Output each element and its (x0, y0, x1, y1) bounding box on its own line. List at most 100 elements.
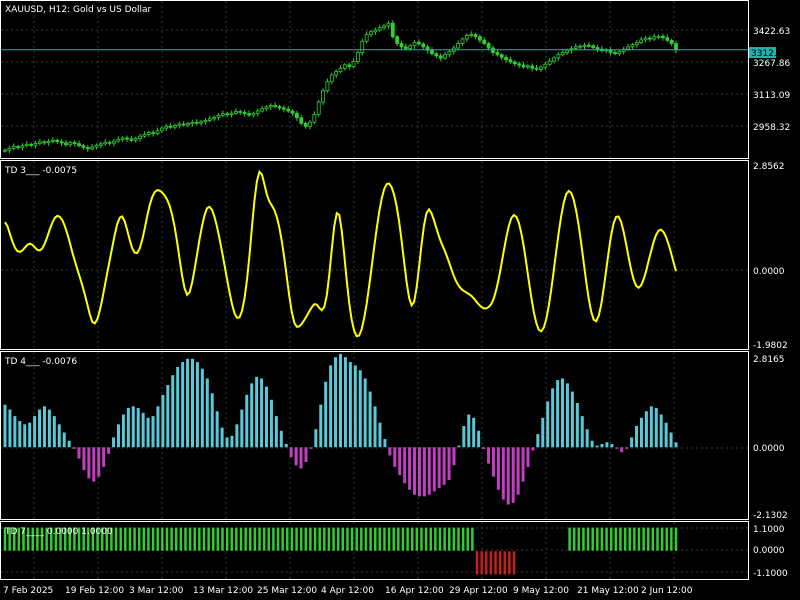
td4-bar (255, 376, 259, 448)
td4-bar (195, 362, 199, 448)
candle-body (107, 141, 112, 144)
candle-body (329, 74, 334, 83)
candle-body (364, 34, 369, 42)
td4-bar (269, 399, 273, 448)
td4-bar (413, 447, 417, 495)
td7-bar (470, 527, 475, 552)
candle-body (469, 34, 474, 37)
td7-pane-title: TD 7____ 0.0000 1.0000 (4, 527, 113, 537)
td4-bar (304, 447, 308, 462)
td7-bar (479, 550, 484, 575)
price-pane[interactable] (1, 20, 748, 154)
td7-bar (216, 527, 220, 552)
td4-pane-title: TD 4___ -0.0076 (4, 357, 77, 367)
candle-body (220, 113, 225, 116)
td4-bar (442, 447, 446, 485)
trading-chart[interactable]: XAUUSD, H12: Gold vs US Dollar TD 3___ -… (0, 0, 800, 600)
candle-body (399, 43, 404, 48)
td7-bar (623, 527, 627, 552)
candle-body (316, 101, 321, 115)
td7-bar (674, 527, 678, 552)
td4-bar (274, 416, 278, 448)
td4-bar (506, 447, 510, 505)
candle-body (504, 57, 508, 61)
candle-body (260, 108, 264, 112)
td7-bar (174, 527, 178, 552)
td7-bar (452, 527, 456, 552)
td4-bar (181, 362, 185, 448)
candle-body (438, 55, 443, 59)
td4-bar (289, 447, 293, 458)
td4-bar (77, 447, 81, 459)
td4-bar (408, 447, 412, 490)
td7-bar (248, 527, 253, 552)
td3-pane[interactable] (4, 169, 677, 338)
td7-bar (664, 527, 669, 552)
td7-bar (424, 527, 428, 552)
x-tick-label: 4 Apr 12:00 (321, 586, 374, 596)
td7-bar (489, 550, 493, 575)
candle-body (186, 123, 190, 126)
td4-bar (92, 447, 96, 482)
candle-body (138, 135, 142, 139)
td7-bar (183, 527, 188, 552)
td7-bar (590, 527, 595, 552)
td7-bar (243, 527, 248, 552)
td7-bar (359, 527, 364, 552)
y-tick-label: 3422.63 (753, 27, 790, 37)
candle-body (181, 123, 186, 126)
candle-body (395, 36, 400, 44)
td7-bar (410, 527, 414, 552)
td4-bar (264, 386, 268, 448)
td7-bar (415, 527, 419, 552)
td4-bar (112, 437, 116, 448)
td7-bar (155, 527, 160, 552)
td4-bar (373, 406, 377, 448)
price-pane-title: XAUUSD, H12: Gold vs US Dollar (5, 5, 152, 15)
candle-body (68, 142, 73, 146)
y-tick-label: 0.0000 (753, 267, 785, 277)
td7-bar (294, 527, 299, 552)
x-tick-label: 9 May 12:00 (513, 586, 569, 596)
candle-body (55, 139, 60, 142)
td4-bar (501, 447, 505, 500)
td7-bar (179, 527, 183, 552)
td7-bar (276, 527, 280, 552)
candle-body (578, 45, 583, 48)
candle-body (281, 107, 286, 110)
td4-bar (570, 391, 574, 448)
td4-bar (615, 447, 619, 449)
td7-bar (234, 527, 239, 552)
y-tick-label: 0.0000 (753, 444, 785, 454)
td4-bar (585, 429, 589, 448)
candle-body (360, 40, 365, 53)
td7-bar (396, 527, 401, 552)
td4-bar (630, 437, 634, 448)
y-tick-label: 2.8562 (753, 162, 785, 172)
td7-bar (512, 550, 516, 575)
td7-bar (660, 527, 664, 552)
candle-body (77, 143, 81, 147)
td4-bar (343, 357, 347, 448)
candle-body (356, 52, 360, 62)
td4-pane[interactable] (3, 353, 678, 505)
td4-bar (314, 429, 318, 448)
candle-body (552, 57, 556, 62)
x-tick-label: 25 Mar 12:00 (257, 586, 317, 596)
candle-body (347, 64, 352, 67)
td4-bar (472, 417, 476, 448)
candle-body (24, 143, 29, 147)
td7-bar (317, 527, 322, 552)
td7-bar (239, 527, 243, 552)
td4-bar (136, 407, 140, 448)
td7-bar (475, 550, 479, 575)
td7-bar (202, 527, 206, 552)
td7-bar (114, 527, 118, 552)
td7-bar (484, 550, 489, 575)
y-tick-label: -1.1000 (753, 569, 788, 579)
td4-bar (210, 393, 214, 448)
candle-body (582, 44, 587, 47)
td4-bar (422, 447, 426, 497)
td4-bar (427, 447, 431, 495)
candle-body (190, 121, 195, 124)
